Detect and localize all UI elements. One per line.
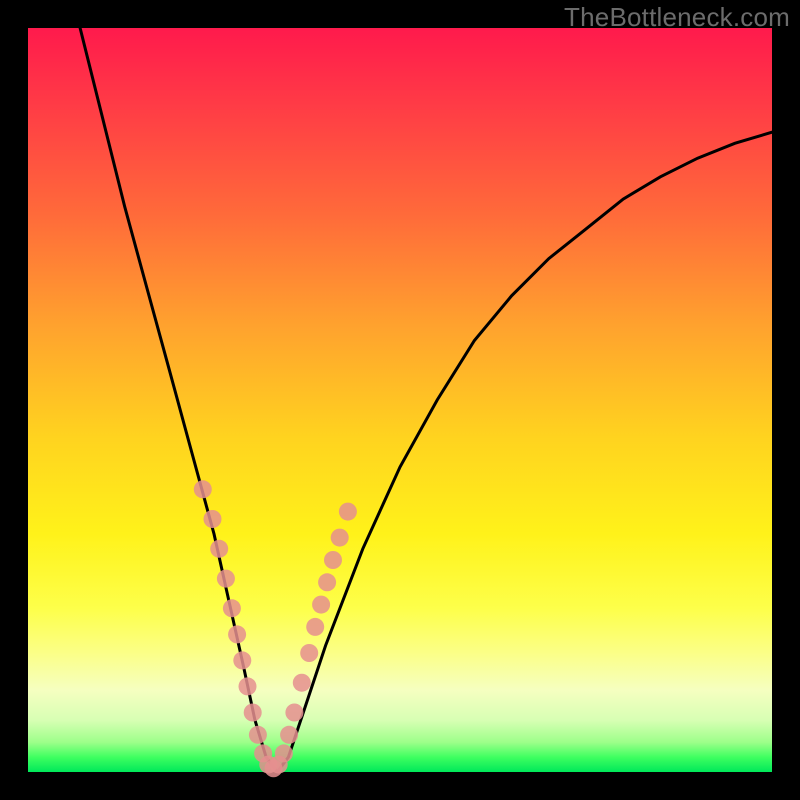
data-dot	[233, 651, 251, 669]
data-dot	[300, 644, 318, 662]
data-dot	[275, 744, 293, 762]
data-dot	[280, 726, 298, 744]
data-dot	[239, 677, 257, 695]
curve-path	[80, 28, 772, 772]
data-dot	[217, 570, 235, 588]
data-dot	[249, 726, 267, 744]
data-dot	[339, 503, 357, 521]
data-dot	[318, 573, 336, 591]
data-dot	[324, 551, 342, 569]
data-dot	[293, 674, 311, 692]
chart-frame: TheBottleneck.com	[0, 0, 800, 800]
data-dot	[331, 529, 349, 547]
data-dot	[228, 625, 246, 643]
data-dot	[204, 510, 222, 528]
data-dot	[306, 618, 324, 636]
data-dot	[285, 704, 303, 722]
curve-svg	[28, 28, 772, 772]
data-dot	[194, 480, 212, 498]
watermark-text: TheBottleneck.com	[564, 2, 790, 33]
data-dot	[210, 540, 228, 558]
data-dot	[312, 596, 330, 614]
data-dot	[223, 599, 241, 617]
plot-area	[28, 28, 772, 772]
data-dot	[244, 704, 262, 722]
